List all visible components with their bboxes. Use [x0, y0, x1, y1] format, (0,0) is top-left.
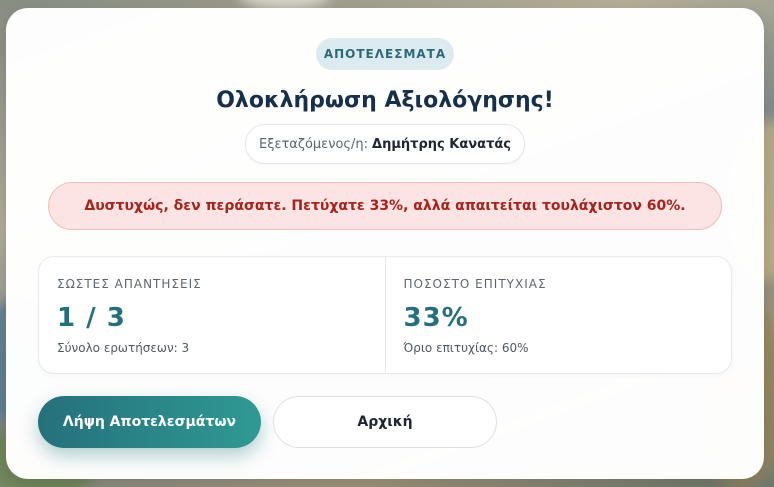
stat-label: ΣΩΣΤΕΣ ΑΠΑΝΤΗΣΕΙΣ — [57, 277, 202, 291]
results-badge: ΑΠΟΤΕΛΕΣΜΑΤΑ — [316, 38, 454, 70]
home-button[interactable]: Αρχική — [273, 396, 497, 448]
stat-success-rate: ΠΟΣΟΣΤΟ ΕΠΙΤΥΧΙΑΣ 33% Όριο επιτυχίας: 60… — [384, 257, 732, 373]
stat-sub: Σύνολο ερωτήσεων: 3 — [57, 341, 190, 355]
fail-alert: Δυστυχώς, δεν περάσατε. Πετύχατε 33%, αλ… — [48, 182, 722, 230]
page-title: Ολοκλήρωση Αξιολόγησης! — [216, 88, 554, 113]
stat-value: 1 / 3 — [57, 303, 126, 333]
examinee-label: Εξεταζόμενος/η: — [258, 136, 369, 152]
examinee-chip: Εξεταζόμενος/η: Δημήτρης Κανατάς — [245, 124, 525, 164]
stat-value: 33% — [403, 303, 469, 333]
examinee-name: Δημήτρης Κανατάς — [372, 136, 511, 152]
stat-sub: Όριο επιτυχίας: 60% — [403, 341, 529, 355]
stat-correct-answers: ΣΩΣΤΕΣ ΑΠΑΝΤΗΣΕΙΣ 1 / 3 Σύνολο ερωτήσεων… — [39, 257, 385, 373]
results-card: ΑΠΟΤΕΛΕΣΜΑΤΑ Ολοκλήρωση Αξιολόγησης! Εξε… — [6, 8, 764, 479]
stat-label: ΠΟΣΟΣΤΟ ΕΠΙΤΥΧΙΑΣ — [403, 277, 547, 291]
download-results-button[interactable]: Λήψη Αποτελεσμάτων — [38, 396, 261, 448]
stats-panel: ΣΩΣΤΕΣ ΑΠΑΝΤΗΣΕΙΣ 1 / 3 Σύνολο ερωτήσεων… — [38, 256, 732, 374]
